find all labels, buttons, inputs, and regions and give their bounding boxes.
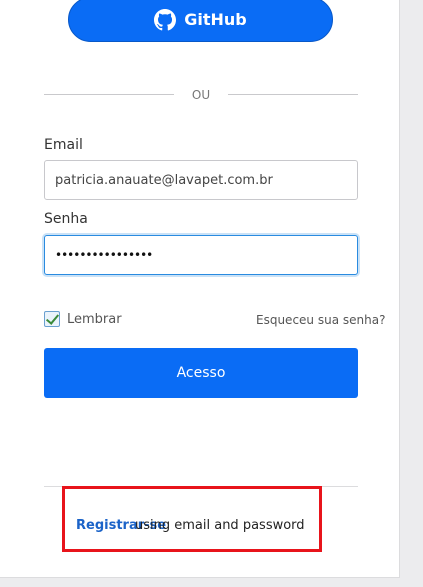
or-divider: OU [44, 88, 358, 106]
access-button[interactable]: Acesso [44, 348, 358, 398]
login-card: GitHub OU Email Senha Lembrar Esqueceu s… [0, 0, 400, 578]
remember-label: Lembrar [67, 311, 122, 327]
email-label: Email [44, 137, 83, 153]
password-label: Senha [44, 211, 88, 227]
github-icon [154, 8, 177, 31]
github-login-button[interactable]: GitHub [68, 0, 333, 42]
page: GitHub OU Email Senha Lembrar Esqueceu s… [0, 0, 423, 587]
email-field[interactable] [44, 160, 358, 200]
password-field[interactable] [44, 235, 358, 275]
github-button-label: GitHub [184, 10, 247, 29]
remember-checkbox-row[interactable]: Lembrar [44, 311, 122, 327]
highlight-annotation-box [62, 486, 322, 552]
access-button-label: Acesso [176, 365, 226, 381]
forgot-password-link[interactable]: Esqueceu sua senha? [256, 313, 385, 327]
divider-line-right [228, 94, 358, 95]
divider-label: OU [191, 88, 211, 102]
remember-checkbox[interactable] [44, 311, 60, 327]
